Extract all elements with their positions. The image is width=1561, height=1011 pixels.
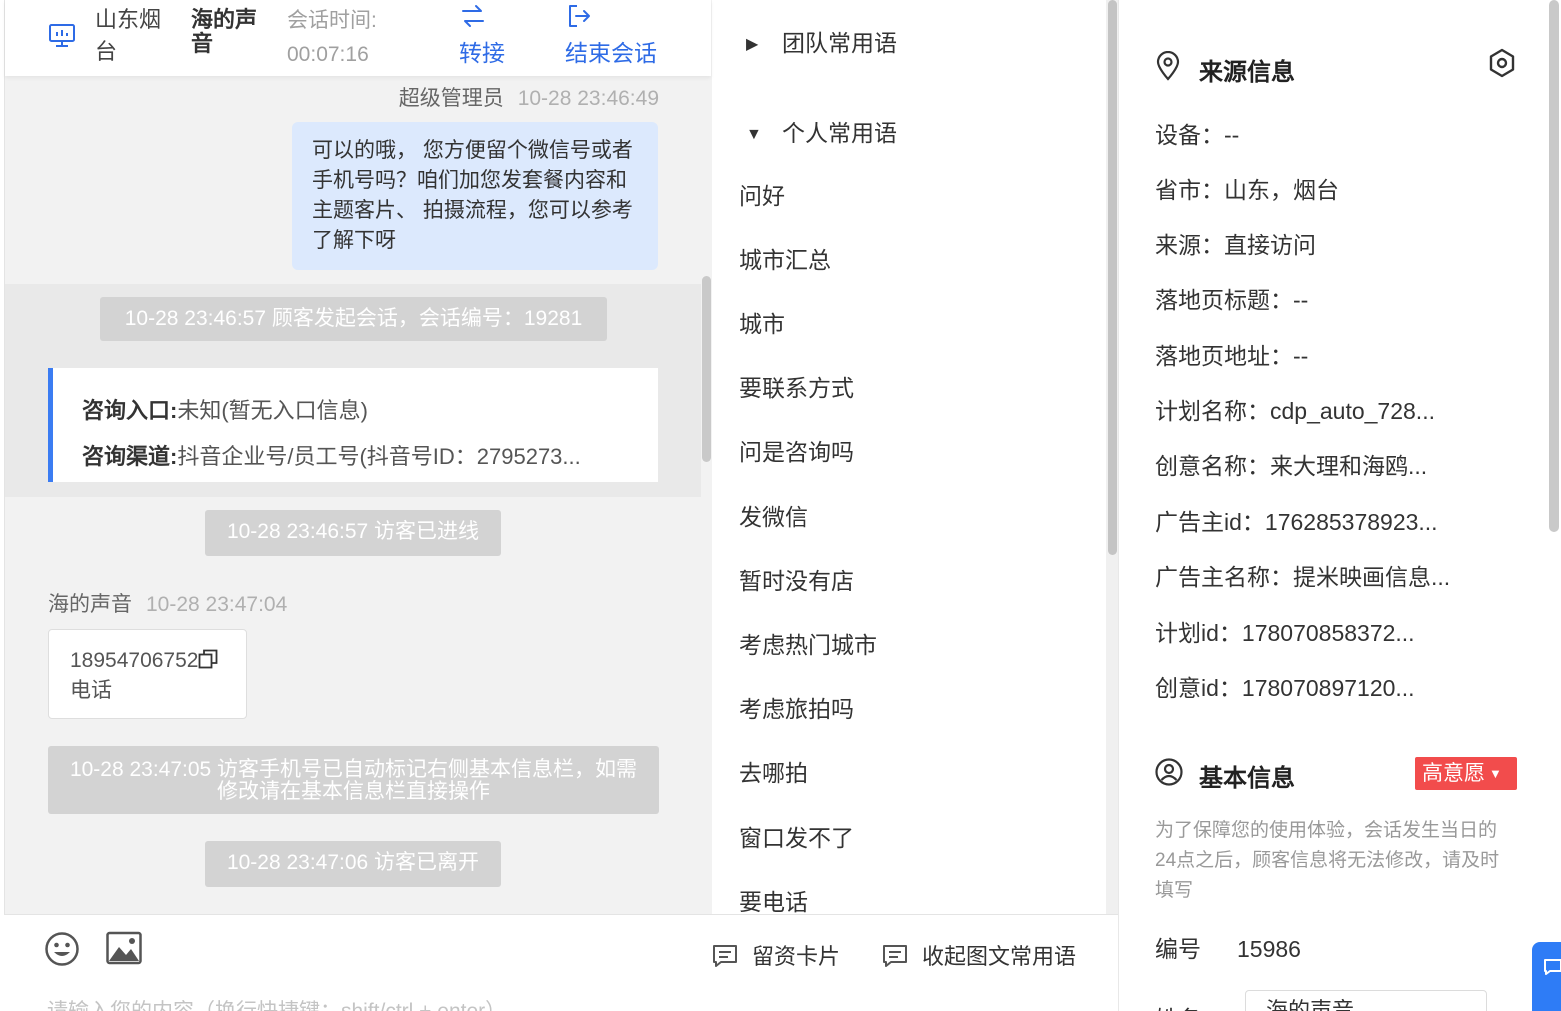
phrase-item[interactable]: 暂时没有店 (739, 562, 854, 596)
team-phrases-label: 团队常用语 (782, 30, 897, 56)
system-message-session-start: 10-28 23:46:57 顾客发起会话，会话编号：19281 (100, 297, 607, 341)
monitor-icon (49, 24, 75, 47)
chat-scrollbar[interactable] (702, 276, 711, 462)
source-info-row: 计划名称：cdp_auto_728... (1155, 398, 1435, 424)
user-icon (1155, 758, 1183, 786)
emoji-icon[interactable] (44, 931, 80, 967)
end-session-button[interactable]: 结束会话 (565, 2, 657, 68)
entry-info-card: 咨询入口:未知(暂无入口信息) 咨询渠道:抖音企业号/员工号(抖音号ID：279… (48, 368, 658, 482)
caret-right-icon: ▶ (746, 36, 759, 53)
visitor-location: 山东烟台 (95, 7, 162, 64)
edit-notice: 为了保障您的使用体验，会话发生当日的24点之后，顾客信息将无法修改，请及时填写 (1155, 820, 1500, 901)
customer-message-time: 10-28 23:47:04 (146, 593, 288, 616)
source-info-row: 落地页地址：-- (1155, 343, 1309, 369)
source-info-row: 设备：-- (1155, 122, 1240, 148)
name-field-label: 姓名 (1155, 1000, 1201, 1011)
phone-number: 18954706752 (70, 649, 199, 672)
source-info-row: 省市：山东，烟台 (1155, 177, 1339, 203)
end-session-label: 结束会话 (565, 40, 657, 66)
session-time-label: 会话时间: (287, 9, 377, 32)
transfer-button[interactable]: 转接 (459, 2, 505, 68)
source-info-row: 落地页标题：-- (1155, 287, 1309, 313)
phrase-item[interactable]: 窗口发不了 (739, 819, 854, 853)
visitor-name: 海的声音 (191, 7, 258, 56)
visitor-info-panel: 来源信息 设备：-- 省市：山东，烟台 来源：直接访问 落地页标题：-- 落地页… (1118, 0, 1561, 1011)
phrase-item[interactable]: 要电话 (739, 883, 808, 914)
personal-phrases-group[interactable]: ▼ 个人常用语 (746, 114, 897, 148)
customer-id-value: 15986 (1237, 936, 1301, 962)
phone-label: 电话 (70, 679, 112, 702)
phrase-item[interactable]: 要联系方式 (739, 369, 854, 403)
message-input-area: 留资卡片 收起图文常用语 请输入您的内容（换行快捷键：shift/ctrl + … (4, 914, 1118, 1011)
session-time-value: 00:07:16 (287, 43, 369, 66)
collapse-phrases-label: 收起图文常用语 (922, 944, 1077, 969)
lead-card-button[interactable]: 留资卡片 (712, 939, 840, 971)
chat-panel: 山东烟台 海的声音 会话时间: 00:07:16 转接 结束会话 超级管理员 10… (4, 0, 712, 1011)
chat-header: 山东烟台 海的声音 会话时间: 00:07:16 转接 结束会话 (5, 0, 711, 76)
customer-message-meta: 海的声音 10-28 23:47:04 (48, 588, 287, 618)
source-info-title: 来源信息 (1199, 59, 1295, 86)
location-pin-icon (1156, 51, 1180, 81)
phrase-item[interactable]: 考虑热门城市 (739, 626, 877, 660)
entry-value: 未知(暂无入口信息) (177, 398, 368, 423)
floating-chat-button[interactable] (1532, 942, 1561, 1011)
source-info-row: 来源：直接访问 (1155, 232, 1316, 258)
phrase-item[interactable]: 去哪拍 (739, 754, 808, 788)
agent-message-time: 10-28 23:46:49 (517, 87, 659, 110)
phrase-item[interactable]: 发微信 (739, 498, 808, 532)
agent-name: 超级管理员 (398, 87, 504, 110)
personal-phrases-label: 个人常用语 (782, 120, 897, 146)
caret-down-icon: ▼ (746, 126, 762, 143)
phrase-item[interactable]: 城市 (739, 305, 785, 339)
agent-message-meta: 超级管理员 10-28 23:46:49 (399, 82, 659, 112)
source-info-row: 创意id：178070897120... (1155, 675, 1415, 701)
message-icon (883, 945, 907, 967)
card-icon (713, 945, 737, 967)
customer-id-label: 编号 (1155, 936, 1201, 962)
name-field[interactable]: 海的声音 (1245, 990, 1487, 1011)
source-info-row: 广告主id：176285378923... (1155, 509, 1438, 535)
channel-label: 咨询渠道: (82, 444, 178, 469)
phrase-item[interactable]: 城市汇总 (739, 241, 831, 275)
chat-bubble-icon (1544, 959, 1561, 975)
lead-card-label: 留资卡片 (752, 944, 841, 969)
copy-icon[interactable] (198, 649, 218, 669)
message-input[interactable]: 请输入您的内容（换行快捷键：shift/ctrl + enter） (47, 995, 506, 1011)
customer-name: 海的声音 (48, 593, 132, 616)
collapse-phrases-button[interactable]: 收起图文常用语 (882, 939, 1076, 971)
source-info-row: 创意名称：来大理和海鸥... (1155, 453, 1428, 479)
agent-message-bubble: 可以的哦， 您方便留个微信号或者手机号吗？咱们加您发套餐内容和主题客片、 拍摄流… (292, 122, 658, 270)
transfer-label: 转接 (459, 40, 505, 66)
intent-level-label: 高意愿 (1422, 762, 1485, 785)
session-time: 会话时间: 00:07:16 (287, 4, 427, 72)
transfer-icon (462, 5, 484, 27)
team-phrases-group[interactable]: ▶ 团队常用语 (746, 24, 897, 58)
chat-message-list[interactable]: 超级管理员 10-28 23:46:49 可以的哦， 您方便留个微信号或者手机号吗… (5, 76, 711, 914)
source-info-row: 广告主名称：提米映画信息... (1155, 564, 1451, 590)
basic-info-title: 基本信息 (1199, 765, 1295, 792)
info-panel-scrollbar[interactable] (1549, 0, 1559, 532)
caret-down-icon: ▼ (1489, 766, 1502, 781)
entry-label: 咨询入口: (82, 398, 178, 423)
source-info-row: 计划id：178070858372... (1155, 620, 1415, 646)
phrase-item[interactable]: 问好 (739, 177, 785, 211)
phrases-scrollbar[interactable] (1108, 0, 1117, 555)
customer-id-row: 编号 15986 (1155, 930, 1301, 964)
phrase-item[interactable]: 考虑旅拍吗 (739, 690, 854, 724)
common-phrases-panel: ▶ 团队常用语 ▼ 个人常用语 问好 城市汇总 城市 要联系方式 问是咨询吗 发微信… (712, 0, 1118, 914)
system-message-joined: 10-28 23:46:57 访客已进线 (205, 510, 501, 556)
system-message-left: 10-28 23:47:06 访客已离开 (205, 841, 501, 887)
exit-icon (569, 5, 590, 27)
channel-value: 抖音企业号/员工号(抖音号ID：2795273... (177, 444, 581, 469)
image-icon[interactable] (106, 931, 142, 965)
system-message-phone-marked: 10-28 23:47:05 访客手机号已自动标记右侧基本信息栏，如需修改请在基… (48, 746, 659, 814)
settings-icon[interactable] (1487, 48, 1517, 78)
phrase-item[interactable]: 问是咨询吗 (739, 433, 854, 467)
phone-card: 18954706752 电话 (48, 629, 247, 719)
intent-level-dropdown[interactable]: 高意愿 ▼ (1415, 757, 1517, 790)
